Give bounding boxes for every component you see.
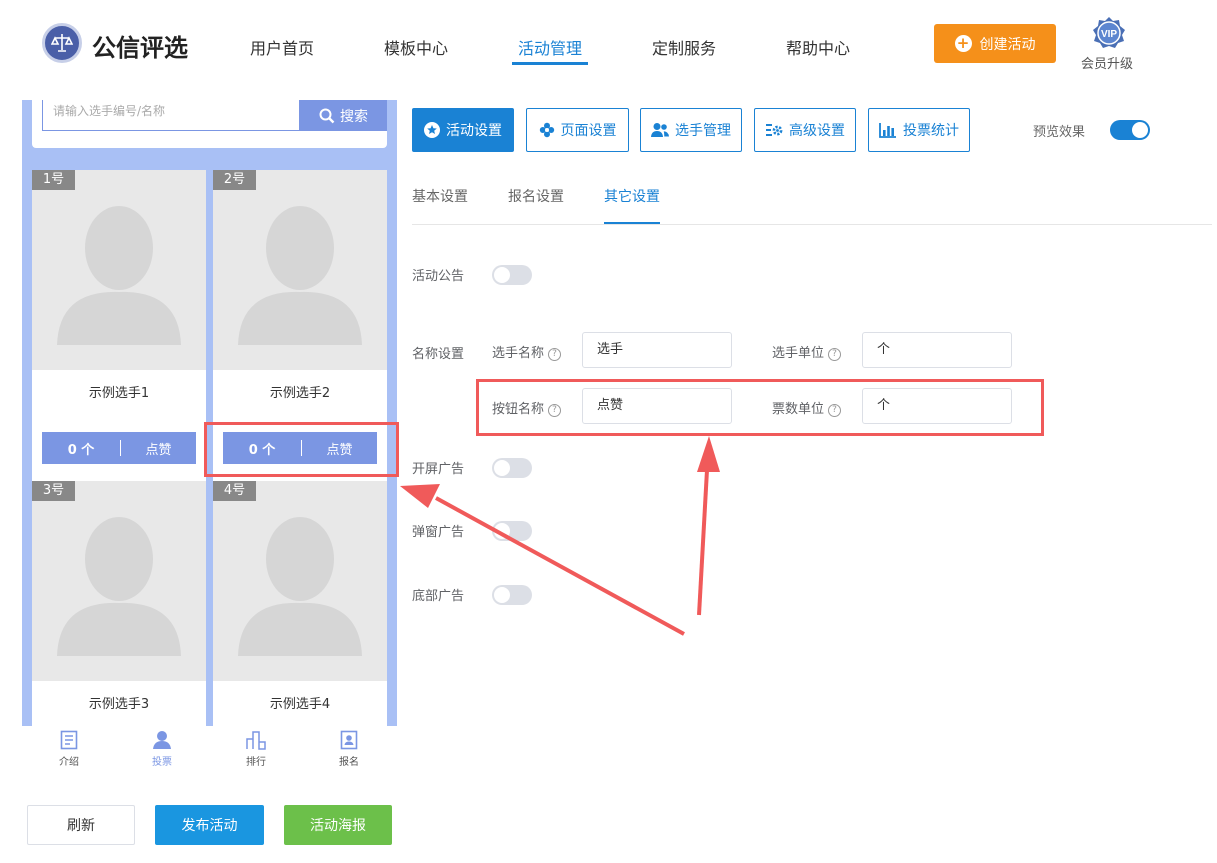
bottom-ad-label: 底部广告 [412, 589, 465, 604]
nav-active-indicator [512, 62, 588, 65]
refresh-button[interactable]: 刷新 [27, 805, 135, 845]
star-icon [424, 122, 440, 138]
splash-ad-label: 开屏广告 [412, 462, 465, 477]
preview-effect-label: 预览效果 [1033, 125, 1086, 140]
contestant-unit-label: 选手单位 [772, 346, 825, 361]
user-icon [153, 731, 171, 749]
contestant-management-label: 选手管理 [675, 123, 731, 139]
contestant-card[interactable]: 1号 示例选手1 0 个 点赞 [32, 170, 206, 481]
help-icon[interactable]: ? [828, 348, 842, 361]
search-input[interactable]: 请输入选手编号/名称 [42, 100, 300, 131]
plus-icon: + [954, 35, 972, 52]
name-settings-label: 名称设置 [412, 347, 465, 362]
tab-active-indicator [604, 222, 660, 224]
publish-activity-button[interactable]: 发布活动 [155, 805, 264, 845]
ranking-icon [246, 731, 266, 750]
list-gear-icon [766, 124, 783, 136]
bottom-ad-toggle[interactable] [492, 585, 532, 605]
nav-help-center[interactable]: 帮助中心 [786, 35, 850, 59]
avatar-placeholder [32, 481, 206, 681]
activity-poster-button[interactable]: 活动海报 [284, 805, 392, 845]
page-settings-label: 页面设置 [560, 123, 617, 139]
contestant-name: 示例选手3 [88, 697, 150, 712]
search-icon [319, 108, 335, 123]
avatar-placeholder [213, 170, 387, 370]
register-icon [340, 730, 358, 750]
popup-ad-toggle[interactable] [492, 521, 532, 541]
page-settings-button[interactable]: 页面设置 [526, 108, 629, 152]
nav-template-center[interactable]: 模板中心 [384, 35, 448, 59]
highlight-box-button-settings [476, 379, 1044, 436]
contestant-name: 示例选手1 [88, 386, 150, 401]
create-activity-button[interactable]: + 创建活动 [934, 24, 1056, 63]
search-button[interactable]: 搜索 [300, 100, 387, 131]
nav-custom-service[interactable]: 定制服务 [652, 35, 716, 59]
contestant-number: 3号 [32, 481, 75, 501]
activity-settings-label: 活动设置 [446, 123, 502, 139]
bottom-nav-register-label: 报名 [339, 757, 359, 768]
bottom-nav-intro-label: 介绍 [59, 757, 79, 768]
mobile-preview: 请输入选手编号/名称 搜索 1号 示例选手1 0 个 点赞 2号 示例选手2 0… [22, 100, 397, 726]
vote-count: 0 个 [67, 442, 95, 458]
contestant-number: 2号 [213, 170, 256, 190]
logo-text: 公信评选 [92, 34, 188, 62]
tab-other-settings[interactable]: 其它设置 [604, 186, 660, 206]
member-upgrade-link[interactable]: 会员升级 [1081, 53, 1133, 72]
search-button-label: 搜索 [340, 108, 368, 125]
avatar-placeholder [213, 481, 387, 681]
bottom-nav-intro[interactable]: 介绍 [39, 730, 99, 768]
advanced-settings-button[interactable]: 高级设置 [754, 108, 856, 152]
search-panel: 请输入选手编号/名称 搜索 [32, 100, 387, 148]
contestant-card[interactable]: 4号 示例选手4 [213, 481, 387, 726]
tab-registration-settings[interactable]: 报名设置 [508, 186, 564, 206]
document-icon [60, 730, 78, 750]
activity-settings-button[interactable]: 活动设置 [412, 108, 514, 152]
contestant-number: 1号 [32, 170, 75, 190]
create-activity-label: 创建活动 [979, 36, 1036, 53]
tabs-divider [412, 224, 1212, 225]
bottom-nav-ranking[interactable]: 排行 [226, 730, 286, 768]
contestant-card[interactable]: 3号 示例选手3 [32, 481, 206, 726]
vote-statistics-button[interactable]: 投票统计 [868, 108, 970, 152]
contestant-unit-input[interactable]: 个 [862, 332, 1012, 368]
like-label: 点赞 [145, 442, 172, 458]
vip-badge-text: VIP [1101, 29, 1117, 40]
nav-user-home[interactable]: 用户首页 [250, 35, 314, 59]
advanced-settings-label: 高级设置 [789, 123, 845, 139]
avatar-placeholder [32, 170, 206, 370]
help-icon[interactable]: ? [548, 348, 562, 361]
contestant-name: 示例选手4 [269, 697, 331, 712]
flower-icon [539, 122, 554, 138]
notice-label: 活动公告 [412, 269, 465, 284]
tab-basic-settings[interactable]: 基本设置 [412, 186, 468, 206]
contestant-name: 示例选手2 [269, 386, 331, 401]
contestant-name-label: 选手名称 [492, 346, 545, 361]
vote-button[interactable]: 0 个 点赞 [42, 432, 196, 464]
nav-activity-management[interactable]: 活动管理 [518, 35, 582, 59]
logo-icon [42, 23, 82, 63]
splash-ad-toggle[interactable] [492, 458, 532, 478]
contestant-management-button[interactable]: 选手管理 [640, 108, 742, 152]
bottom-nav-vote[interactable]: 投票 [132, 730, 192, 768]
contestant-unit-field-label: 选手单位? [772, 342, 842, 361]
bottom-nav-ranking-label: 排行 [246, 757, 266, 768]
vote-statistics-label: 投票统计 [903, 123, 959, 139]
notice-toggle[interactable] [492, 265, 532, 285]
mobile-bottom-nav: 介绍 投票 排行 报名 [22, 726, 397, 776]
bottom-nav-register[interactable]: 报名 [319, 730, 379, 768]
contestant-name-field-label: 选手名称? [492, 342, 562, 361]
highlight-box-vote-button [204, 422, 399, 477]
contestant-number: 4号 [213, 481, 256, 501]
popup-ad-label: 弹窗广告 [412, 525, 465, 540]
bar-chart-icon [879, 123, 896, 138]
contestant-name-input[interactable]: 选手 [582, 332, 732, 368]
preview-effect-toggle[interactable] [1110, 120, 1150, 140]
bottom-nav-vote-label: 投票 [152, 757, 172, 768]
users-icon [651, 123, 669, 137]
vip-crown-icon[interactable]: VIP [1092, 16, 1126, 50]
